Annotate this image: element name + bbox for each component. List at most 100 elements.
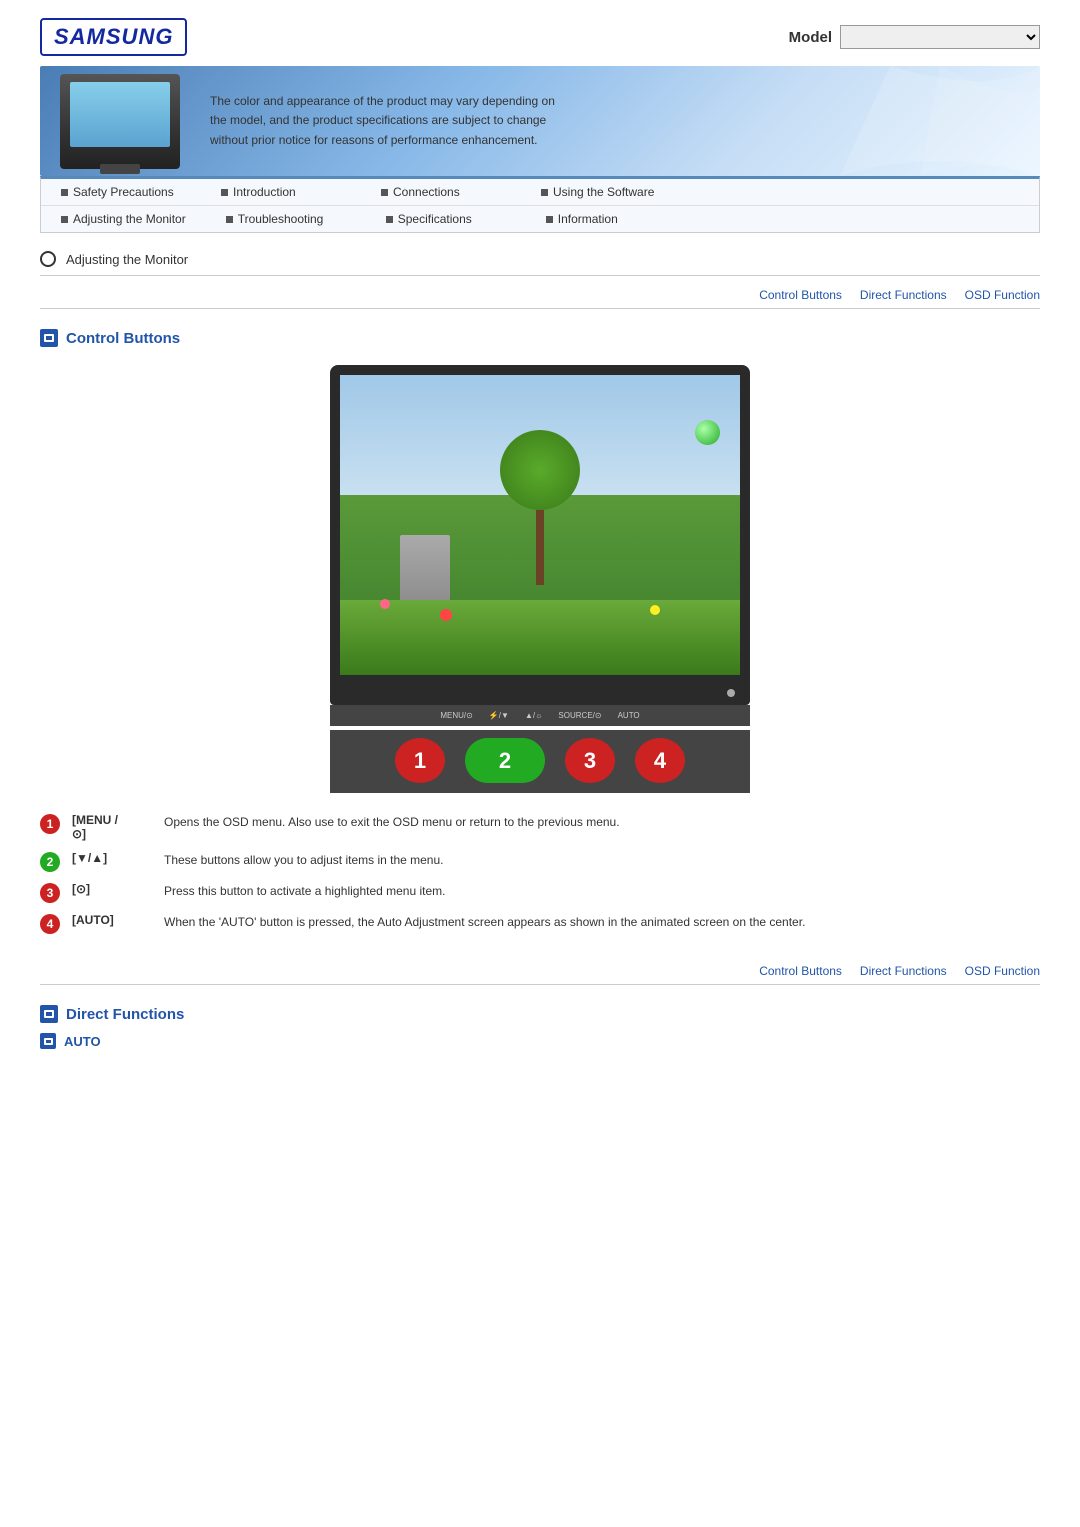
direct-functions-icon-inner xyxy=(44,1010,54,1018)
ctrl-label-3: [⊙] xyxy=(72,882,152,896)
power-led xyxy=(727,689,735,697)
model-area: Model xyxy=(789,25,1040,49)
ctrl-label-2: [▼/▲] xyxy=(72,851,152,865)
nav-bullet xyxy=(226,216,233,223)
nav-bullet xyxy=(221,189,228,196)
tab-bottom-direct-functions[interactable]: Direct Functions xyxy=(860,964,947,978)
nav-label: Connections xyxy=(393,185,460,199)
auto-sub-heading: AUTO xyxy=(40,1033,1040,1049)
ctrl-desc-3: Press this button to activate a highligh… xyxy=(164,882,446,900)
banner-monitor-stand xyxy=(100,164,140,174)
banner-decoration xyxy=(740,66,1040,176)
control-item-3: 3 [⊙] Press this button to activate a hi… xyxy=(40,882,1040,903)
flower-2 xyxy=(440,609,452,621)
ctrl-label-4: [AUTO] xyxy=(72,913,152,927)
nav-bullet xyxy=(61,189,68,196)
nav-bullet xyxy=(386,216,393,223)
breadcrumb: Adjusting the Monitor xyxy=(40,251,1040,276)
nav-label: Specifications xyxy=(398,212,472,226)
strip-label-up: ▲/☼ xyxy=(525,711,542,720)
green-ornament xyxy=(695,420,720,445)
auto-sub-icon-inner xyxy=(44,1038,53,1045)
garden-grass xyxy=(340,600,740,675)
model-select[interactable] xyxy=(840,25,1040,49)
controls-list: 1 [MENU /⊙] Opens the OSD menu. Also use… xyxy=(40,813,1040,934)
monitor-outer xyxy=(330,365,750,705)
nav-label: Using the Software xyxy=(553,185,654,199)
control-btn-1[interactable]: 1 xyxy=(395,738,445,783)
nav-item-software[interactable]: Using the Software xyxy=(521,179,681,205)
auto-sub-icon xyxy=(40,1033,56,1049)
header: SAMSUNG Model xyxy=(0,0,1080,56)
nav-bar: Safety Precautions Introduction Connecti… xyxy=(40,176,1040,233)
nav-bullet xyxy=(541,189,548,196)
direct-functions-icon xyxy=(40,1005,58,1023)
flower-3 xyxy=(650,605,660,615)
page-footer xyxy=(0,1049,1080,1129)
nav-label: Safety Precautions xyxy=(73,185,174,199)
nav-item-connections[interactable]: Connections xyxy=(361,179,521,205)
ctrl-num-4: 4 xyxy=(40,914,60,934)
nav-label: Adjusting the Monitor xyxy=(73,212,186,226)
nav-item-info[interactable]: Information xyxy=(526,206,686,232)
control-item-4: 4 [AUTO] When the 'AUTO' button is press… xyxy=(40,913,1040,934)
control-btn-4[interactable]: 4 xyxy=(635,738,685,783)
control-btn-3[interactable]: 3 xyxy=(565,738,615,783)
banner-text: The color and appearance of the product … xyxy=(210,92,560,150)
ctrl-label-1: [MENU /⊙] xyxy=(72,813,152,841)
tab-control-buttons[interactable]: Control Buttons xyxy=(759,288,842,302)
nav-item-safety[interactable]: Safety Precautions xyxy=(41,179,201,205)
monitor-display-area: MENU/⊙ ⚡/▼ ▲/☼ SOURCE/⊙ AUTO 1 2 3 4 xyxy=(330,365,750,793)
samsung-logo: SAMSUNG xyxy=(40,18,187,56)
banner-monitor xyxy=(60,74,180,169)
garden-foliage xyxy=(500,430,580,510)
section-title: Control Buttons xyxy=(66,330,180,347)
section-tabs-top: Control Buttons Direct Functions OSD Fun… xyxy=(40,288,1040,309)
banner-monitor-screen xyxy=(70,82,170,147)
ctrl-num-1: 1 xyxy=(40,814,60,834)
section-icon-inner xyxy=(44,334,54,342)
direct-functions-title: Direct Functions xyxy=(66,1006,184,1023)
ctrl-num-2: 2 xyxy=(40,852,60,872)
nav-item-specs[interactable]: Specifications xyxy=(366,206,526,232)
breadcrumb-text: Adjusting the Monitor xyxy=(66,252,188,267)
nav-label: Information xyxy=(558,212,618,226)
strip-label-down: ⚡/▼ xyxy=(489,711,509,720)
control-item-2: 2 [▼/▲] These buttons allow you to adjus… xyxy=(40,851,1040,872)
control-btn-2[interactable]: 2 xyxy=(465,738,545,783)
breadcrumb-icon xyxy=(40,251,56,267)
direct-functions-section: Direct Functions AUTO xyxy=(40,1005,1040,1049)
nav-item-intro[interactable]: Introduction xyxy=(201,179,361,205)
direct-functions-heading: Direct Functions xyxy=(40,1005,1040,1023)
tab-osd-function[interactable]: OSD Function xyxy=(965,288,1040,302)
flower-1 xyxy=(380,599,390,609)
strip-label-menu: MENU/⊙ xyxy=(440,711,472,720)
strip-label-auto: AUTO xyxy=(618,711,640,720)
model-label: Model xyxy=(789,29,832,46)
control-item-1: 1 [MENU /⊙] Opens the OSD menu. Also use… xyxy=(40,813,1040,841)
nav-item-adjusting[interactable]: Adjusting the Monitor xyxy=(41,206,206,232)
ctrl-num-3: 3 xyxy=(40,883,60,903)
nav-bullet xyxy=(61,216,68,223)
control-buttons-heading: Control Buttons xyxy=(40,329,1040,347)
nav-label: Troubleshooting xyxy=(238,212,324,226)
section-icon xyxy=(40,329,58,347)
nav-bullet xyxy=(381,189,388,196)
tab-bottom-osd-function[interactable]: OSD Function xyxy=(965,964,1040,978)
banner: The color and appearance of the product … xyxy=(40,66,1040,176)
nav-row-1: Safety Precautions Introduction Connecti… xyxy=(41,179,1039,206)
nav-row-2: Adjusting the Monitor Troubleshooting Sp… xyxy=(41,206,1039,232)
ctrl-desc-2: These buttons allow you to adjust items … xyxy=(164,851,444,869)
monitor-display-container: MENU/⊙ ⚡/▼ ▲/☼ SOURCE/⊙ AUTO 1 2 3 4 xyxy=(0,365,1080,793)
tab-bottom-control-buttons[interactable]: Control Buttons xyxy=(759,964,842,978)
auto-sub-title: AUTO xyxy=(64,1034,101,1049)
ctrl-desc-4: When the 'AUTO' button is pressed, the A… xyxy=(164,913,805,931)
monitor-screen xyxy=(340,375,740,675)
ctrl-desc-1: Opens the OSD menu. Also use to exit the… xyxy=(164,813,620,831)
strip-label-source: SOURCE/⊙ xyxy=(558,711,601,720)
numbered-buttons: 1 2 3 4 xyxy=(330,730,750,793)
tab-direct-functions[interactable]: Direct Functions xyxy=(860,288,947,302)
nav-bullet xyxy=(546,216,553,223)
nav-label: Introduction xyxy=(233,185,296,199)
nav-item-troubleshooting[interactable]: Troubleshooting xyxy=(206,206,366,232)
